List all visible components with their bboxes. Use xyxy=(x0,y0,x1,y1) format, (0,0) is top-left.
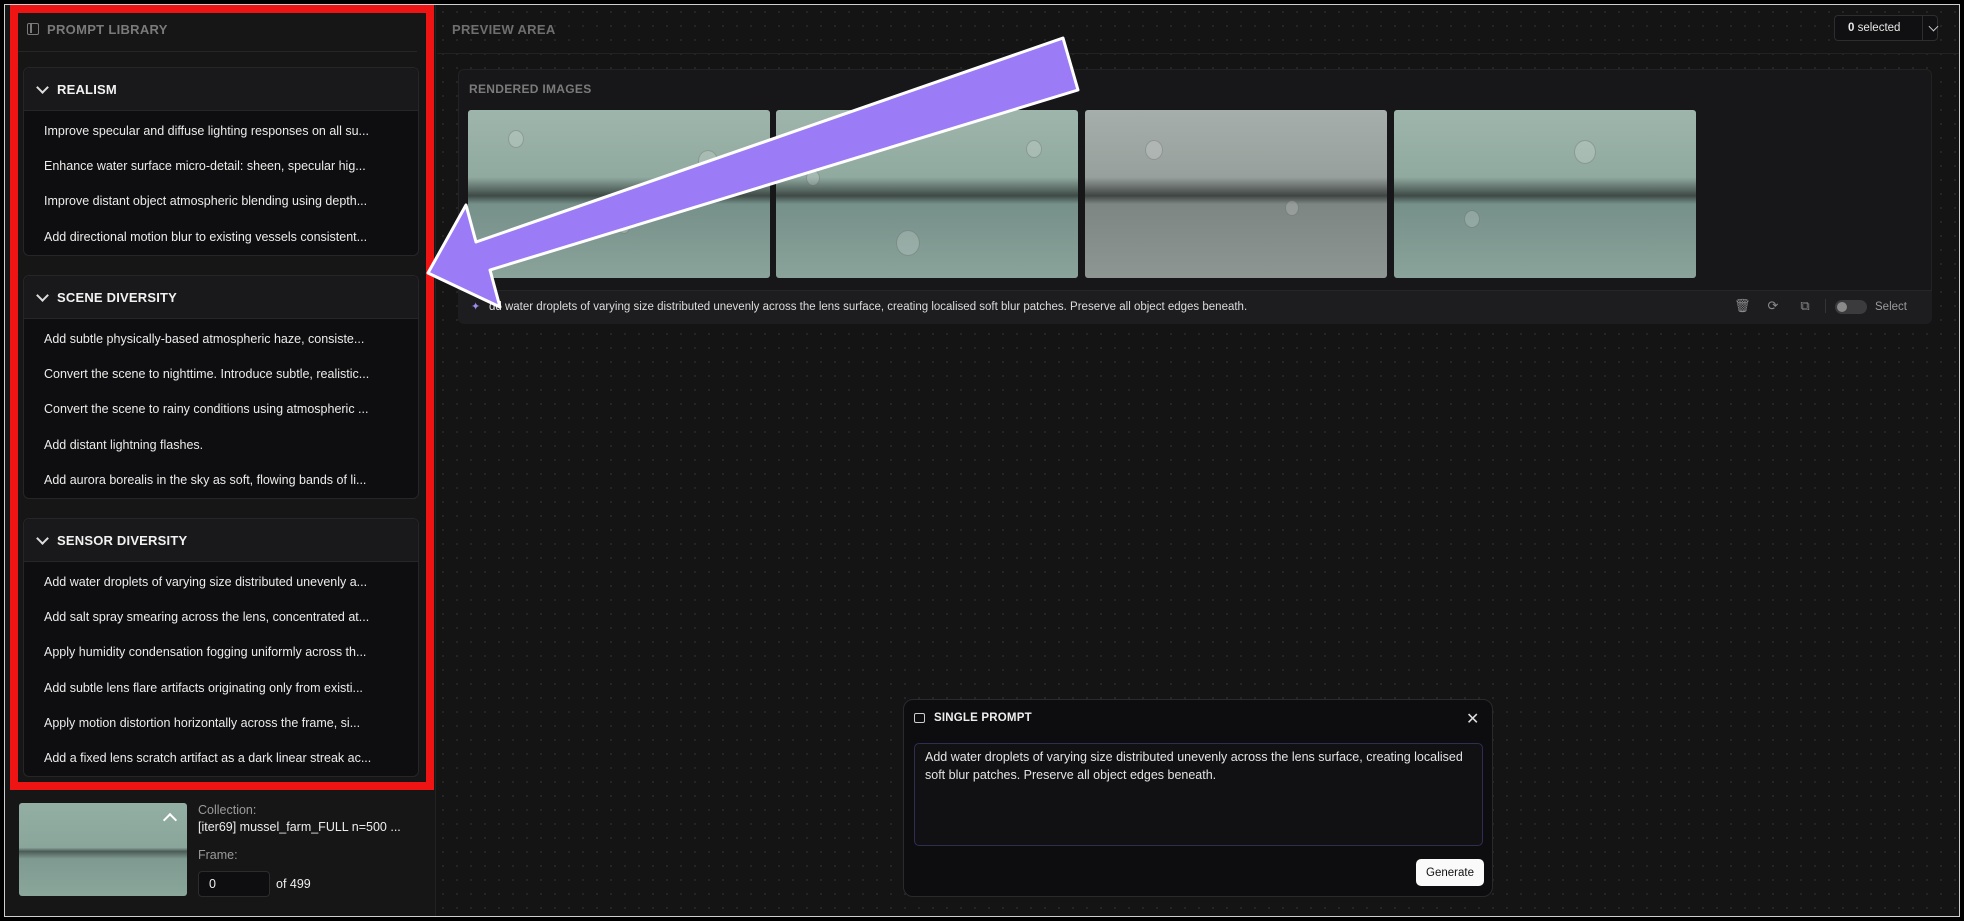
sparkle-icon: ✦ xyxy=(471,301,481,313)
prompt-item[interactable]: Improve specular and diffuse lighting re… xyxy=(24,114,418,149)
chevron-down-icon xyxy=(36,80,49,94)
rendered-prompt-text: dd water droplets of varying size distri… xyxy=(489,301,1248,313)
prompt-item[interactable]: Add a fixed lens scratch artifact as a d… xyxy=(24,741,418,776)
selection-dropdown[interactable]: 0 selected xyxy=(1834,15,1939,41)
trash-icon[interactable]: 🗑 xyxy=(1734,299,1751,313)
prompt-item[interactable]: Enhance water surface micro-detail: shee… xyxy=(24,149,418,184)
toggle-knob xyxy=(1837,302,1847,312)
rendered-image-3[interactable] xyxy=(1085,110,1387,278)
chevron-down-icon xyxy=(36,531,49,545)
frame-label: Frame: xyxy=(198,848,238,862)
chevron-up-icon[interactable] xyxy=(162,812,178,828)
prompt-item[interactable]: Add subtle physically-based atmospheric … xyxy=(24,322,418,357)
single-prompt-textarea[interactable]: Add water droplets of varying size distr… xyxy=(914,743,1483,846)
category-header-scene-diversity[interactable]: SCENE DIVERSITY xyxy=(24,276,418,319)
frame-total: of 499 xyxy=(276,877,311,891)
select-label: Select xyxy=(1875,301,1907,313)
prompt-item[interactable]: Add subtle lens flare artifacts originat… xyxy=(24,671,418,706)
category-label: SCENE DIVERSITY xyxy=(57,289,178,305)
category-header-sensor-diversity[interactable]: SENSOR DIVERSITY xyxy=(24,519,418,562)
prompt-item[interactable]: Add water droplets of varying size distr… xyxy=(24,565,418,600)
category-sensor-diversity: SENSOR DIVERSITY Add water droplets of v… xyxy=(23,518,419,778)
prompt-item[interactable]: Add aurora borealis in the sky as soft, … xyxy=(24,463,418,498)
prompt-item[interactable]: Add directional motion blur to existing … xyxy=(24,220,418,255)
prompt-item[interactable]: Apply motion distortion horizontally acr… xyxy=(24,706,418,741)
rendered-image-1[interactable] xyxy=(468,110,770,278)
prompt-library-header: PROMPT LIBRARY xyxy=(27,17,168,41)
select-toggle[interactable] xyxy=(1835,300,1867,314)
selected-suffix: selected xyxy=(1857,22,1901,34)
collection-name[interactable]: [iter69] mussel_farm_FULL n=500 ... xyxy=(198,820,423,834)
frame-number-input[interactable] xyxy=(198,871,270,897)
divider xyxy=(437,53,1959,54)
selected-count: 0 xyxy=(1848,22,1855,34)
refresh-icon[interactable]: ⟳ xyxy=(1766,299,1780,313)
collection-label: Collection: xyxy=(198,803,257,817)
divider xyxy=(1825,299,1826,313)
prompt-item[interactable]: Improve distant object atmospheric blend… xyxy=(24,184,418,219)
chevron-down-icon xyxy=(36,288,49,302)
divider xyxy=(17,51,417,52)
prompt-item[interactable]: Convert the scene to rainy conditions us… xyxy=(24,392,418,427)
category-label: SENSOR DIVERSITY xyxy=(57,532,188,548)
app-window: PROMPT LIBRARY REALISM Improve specular … xyxy=(4,4,1960,917)
chevron-down-icon[interactable] xyxy=(1928,21,1939,31)
prompt-item[interactable]: Add salt spray smearing across the lens,… xyxy=(24,600,418,635)
category-scene-diversity: SCENE DIVERSITY Add subtle physically-ba… xyxy=(23,275,419,499)
prompt-item[interactable]: Add distant lightning flashes. xyxy=(24,428,418,463)
category-realism: REALISM Improve specular and diffuse lig… xyxy=(23,67,419,256)
category-label: REALISM xyxy=(57,81,117,97)
rendered-images-title: RENDERED IMAGES xyxy=(469,82,592,96)
single-prompt-title: SINGLE PROMPT xyxy=(934,712,1032,724)
copy-icon[interactable]: ⧉ xyxy=(1798,299,1812,313)
prompt-item[interactable]: Convert the scene to nighttime. Introduc… xyxy=(24,357,418,392)
preview-area-title: PREVIEW AREA xyxy=(452,22,556,37)
divider xyxy=(1922,15,1924,41)
rendered-image-2[interactable] xyxy=(776,110,1078,278)
generate-button[interactable]: Generate xyxy=(1416,859,1484,886)
prompt-library-title: PROMPT LIBRARY xyxy=(47,21,168,37)
category-header-realism[interactable]: REALISM xyxy=(24,68,418,111)
prompt-item[interactable]: Apply humidity condensation fogging unif… xyxy=(24,635,418,670)
library-icon xyxy=(27,23,39,35)
close-icon[interactable]: ✕ xyxy=(1466,709,1479,729)
collection-thumbnail[interactable] xyxy=(19,803,187,896)
rendered-image-4[interactable] xyxy=(1394,110,1696,278)
prompt-card-icon xyxy=(914,713,925,723)
